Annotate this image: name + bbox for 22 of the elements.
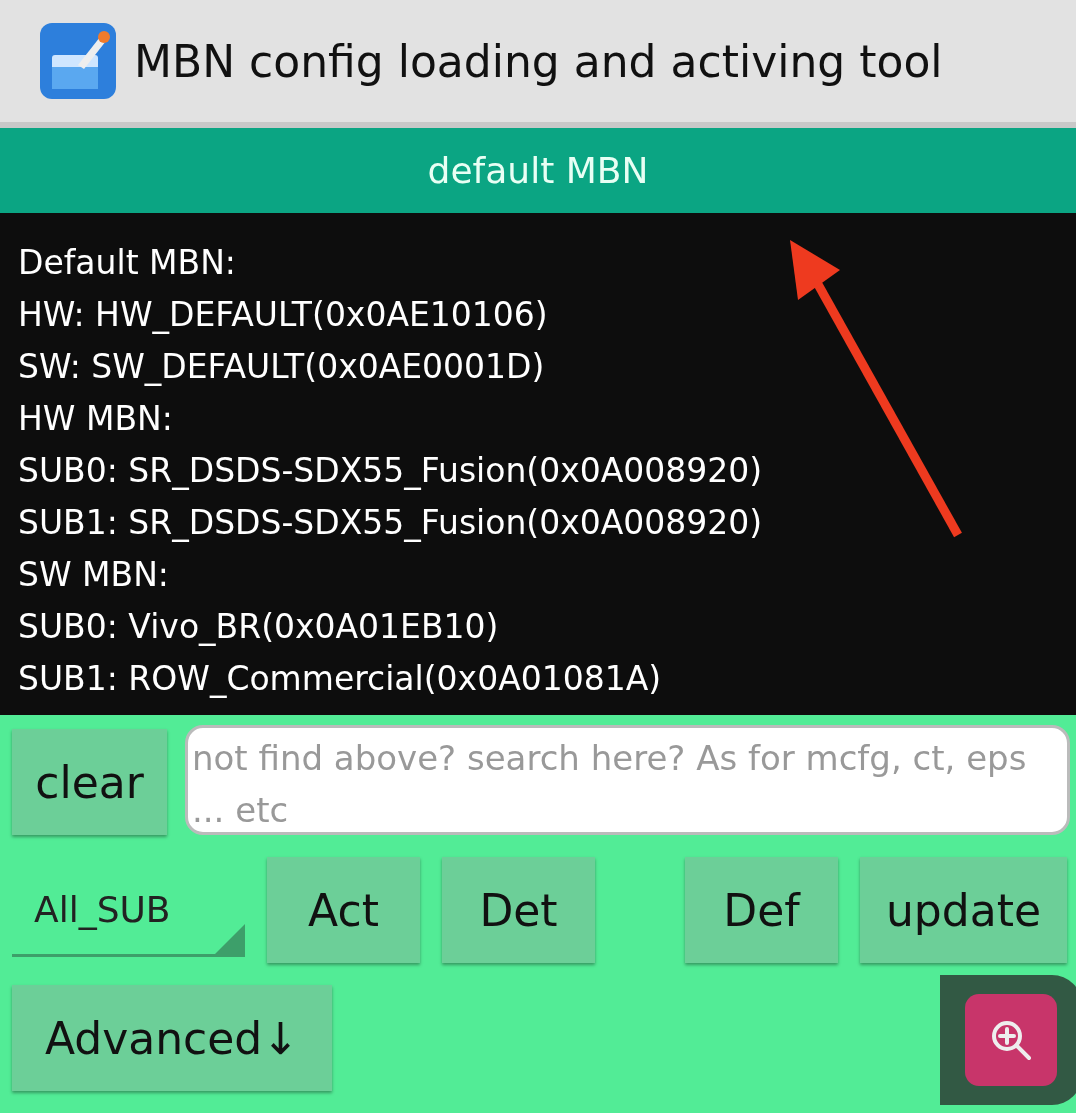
info-line: SW: SW_DEFAULT(0x0AE0001D)	[18, 346, 546, 388]
advanced-button[interactable]: Advanced↓	[12, 985, 332, 1091]
info-line: SUB0: SR_DSDS-SDX55_Fusion(0x0A008920)	[18, 450, 764, 492]
action-button[interactable]: Act	[267, 857, 420, 963]
action-button[interactable]: Det	[442, 857, 595, 963]
zoom-button[interactable]	[940, 975, 1076, 1105]
info-line: HW: HW_DEFAULT(0x0AE10106)	[18, 294, 549, 336]
window-title: MBN config loading and activing tool	[134, 35, 943, 87]
action-button[interactable]: Def	[685, 857, 838, 963]
sub-dropdown[interactable]: All_SUB	[12, 865, 245, 957]
action-button[interactable]: update	[860, 857, 1067, 963]
app-icon	[38, 21, 118, 101]
search-field[interactable]: not find above? search here? As for mcfg, ct, eps ... etc	[185, 725, 1070, 835]
info-line: HW MBN:	[18, 398, 174, 440]
info-line: SUB1: SR_DSDS-SDX55_Fusion(0x0A008920)	[18, 502, 764, 544]
header-bar: default MBN	[0, 128, 1076, 213]
info-line: SUB1: ROW_Commercial(0x0A01081A)	[18, 658, 663, 700]
dropdown-caret-icon	[215, 924, 245, 954]
info-line: Default MBN:	[18, 242, 237, 284]
clear-button[interactable]: clear	[12, 729, 167, 835]
info-line: SW MBN:	[18, 554, 170, 596]
info-line: SUB0: Vivo_BR(0x0A01EB10)	[18, 606, 500, 648]
